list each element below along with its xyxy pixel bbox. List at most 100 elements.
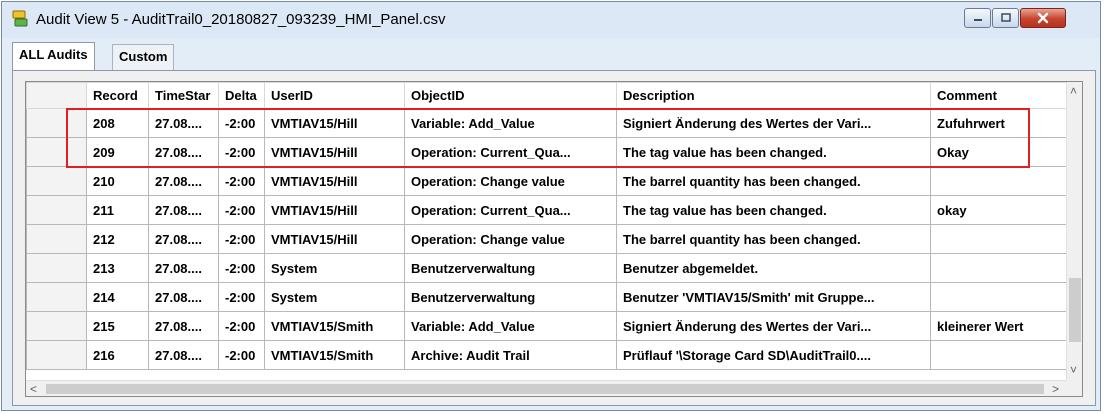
cell-timestamp[interactable]: 27.08....: [148, 253, 219, 283]
cell-timestamp[interactable]: 27.08....: [148, 224, 219, 254]
cell-record[interactable]: 214: [86, 282, 149, 312]
cell-userid[interactable]: VMTIAV15/Hill: [264, 166, 405, 196]
cell-comment[interactable]: [930, 282, 1067, 312]
scroll-right-icon[interactable]: >: [1052, 383, 1059, 395]
cell-delta[interactable]: -2:00: [218, 311, 265, 341]
audit-grid[interactable]: Record TimeStar Delta UserID ObjectID De…: [25, 81, 1083, 397]
cell-comment[interactable]: [930, 340, 1067, 370]
horizontal-scrollbar[interactable]: < >: [26, 380, 1066, 396]
column-header-delta[interactable]: Delta: [218, 82, 265, 109]
cell-userid[interactable]: VMTIAV15/Hill: [264, 195, 405, 225]
cell-comment[interactable]: [930, 253, 1067, 283]
cell-userid[interactable]: System: [264, 253, 405, 283]
row-selector[interactable]: [26, 282, 87, 312]
cell-timestamp[interactable]: 27.08....: [148, 195, 219, 225]
cell-delta[interactable]: -2:00: [218, 340, 265, 370]
row-selector[interactable]: [26, 340, 87, 370]
cell-userid[interactable]: System: [264, 282, 405, 312]
row-selector[interactable]: [26, 195, 87, 225]
column-header-description[interactable]: Description: [616, 82, 931, 109]
cell-objectid[interactable]: Archive: Audit Trail: [404, 340, 617, 370]
cell-comment[interactable]: [930, 166, 1067, 196]
table-row[interactable]: 215 27.08.... -2:00 VMTIAV15/Smith Varia…: [26, 311, 1067, 341]
table-row[interactable]: 209 27.08.... -2:00 VMTIAV15/Hill Operat…: [26, 137, 1067, 167]
cell-description[interactable]: Prüflauf '\Storage Card SD\AuditTrail0..…: [616, 340, 931, 370]
cell-timestamp[interactable]: 27.08....: [148, 311, 219, 341]
tab-all-audits[interactable]: ALL Audits: [12, 42, 95, 70]
column-header-timestamp[interactable]: TimeStar: [148, 82, 219, 109]
cell-objectid[interactable]: Variable: Add_Value: [404, 311, 617, 341]
vertical-scroll-thumb[interactable]: [1069, 278, 1081, 342]
cell-delta[interactable]: -2:00: [218, 108, 265, 138]
row-selector[interactable]: [26, 166, 87, 196]
cell-objectid[interactable]: Operation: Current_Qua...: [404, 137, 617, 167]
table-row[interactable]: 208 27.08.... -2:00 VMTIAV15/Hill Variab…: [26, 108, 1067, 138]
close-button[interactable]: [1020, 8, 1066, 28]
scroll-up-icon[interactable]: ˄: [1070, 85, 1077, 97]
cell-timestamp[interactable]: 27.08....: [148, 282, 219, 312]
row-selector[interactable]: [26, 137, 87, 167]
cell-delta[interactable]: -2:00: [218, 253, 265, 283]
cell-userid[interactable]: VMTIAV15/Smith: [264, 311, 405, 341]
cell-record[interactable]: 216: [86, 340, 149, 370]
row-selector[interactable]: [26, 253, 87, 283]
cell-comment[interactable]: okay: [930, 195, 1067, 225]
cell-record[interactable]: 213: [86, 253, 149, 283]
cell-delta[interactable]: -2:00: [218, 224, 265, 254]
column-header-userid[interactable]: UserID: [264, 82, 405, 109]
table-row[interactable]: 211 27.08.... -2:00 VMTIAV15/Hill Operat…: [26, 195, 1067, 225]
cell-userid[interactable]: VMTIAV15/Hill: [264, 224, 405, 254]
cell-description[interactable]: Signiert Änderung des Wertes der Vari...: [616, 108, 931, 138]
cell-objectid[interactable]: Operation: Change value: [404, 166, 617, 196]
cell-record[interactable]: 208: [86, 108, 149, 138]
tab-custom[interactable]: Custom: [112, 44, 175, 70]
cell-userid[interactable]: VMTIAV15/Smith: [264, 340, 405, 370]
table-row[interactable]: 210 27.08.... -2:00 VMTIAV15/Hill Operat…: [26, 166, 1067, 196]
cell-delta[interactable]: -2:00: [218, 166, 265, 196]
cell-objectid[interactable]: Variable: Add_Value: [404, 108, 617, 138]
cell-objectid[interactable]: Operation: Current_Qua...: [404, 195, 617, 225]
title-bar[interactable]: Audit View 5 - AuditTrail0_20180827_0932…: [2, 2, 1100, 38]
cell-comment[interactable]: Zufuhrwert: [930, 108, 1067, 138]
row-selector[interactable]: [26, 311, 87, 341]
cell-record[interactable]: 212: [86, 224, 149, 254]
cell-description[interactable]: The tag value has been changed.: [616, 195, 931, 225]
maximize-button[interactable]: [992, 8, 1019, 28]
cell-description[interactable]: The tag value has been changed.: [616, 137, 931, 167]
horizontal-scroll-thumb[interactable]: [46, 384, 1044, 394]
cell-comment[interactable]: kleinerer Wert: [930, 311, 1067, 341]
cell-timestamp[interactable]: 27.08....: [148, 340, 219, 370]
cell-comment[interactable]: Okay: [930, 137, 1067, 167]
cell-userid[interactable]: VMTIAV15/Hill: [264, 137, 405, 167]
cell-timestamp[interactable]: 27.08....: [148, 137, 219, 167]
cell-description[interactable]: Benutzer 'VMTIAV15/Smith' mit Gruppe...: [616, 282, 931, 312]
cell-description[interactable]: The barrel quantity has been changed.: [616, 166, 931, 196]
table-row[interactable]: 216 27.08.... -2:00 VMTIAV15/Smith Archi…: [26, 340, 1067, 370]
cell-comment[interactable]: [930, 224, 1067, 254]
cell-objectid[interactable]: Benutzerverwaltung: [404, 282, 617, 312]
cell-delta[interactable]: -2:00: [218, 195, 265, 225]
cell-record[interactable]: 209: [86, 137, 149, 167]
table-row[interactable]: 212 27.08.... -2:00 VMTIAV15/Hill Operat…: [26, 224, 1067, 254]
cell-record[interactable]: 211: [86, 195, 149, 225]
cell-delta[interactable]: -2:00: [218, 137, 265, 167]
column-header-comment[interactable]: Comment: [930, 82, 1067, 109]
table-row[interactable]: 213 27.08.... -2:00 System Benutzerverwa…: [26, 253, 1067, 283]
minimize-button[interactable]: [964, 8, 991, 28]
row-selector[interactable]: [26, 224, 87, 254]
cell-timestamp[interactable]: 27.08....: [148, 108, 219, 138]
cell-userid[interactable]: VMTIAV15/Hill: [264, 108, 405, 138]
table-row[interactable]: 214 27.08.... -2:00 System Benutzerverwa…: [26, 282, 1067, 312]
cell-objectid[interactable]: Benutzerverwaltung: [404, 253, 617, 283]
cell-delta[interactable]: -2:00: [218, 282, 265, 312]
cell-timestamp[interactable]: 27.08....: [148, 166, 219, 196]
cell-description[interactable]: Signiert Änderung des Wertes der Vari...: [616, 311, 931, 341]
column-header-objectid[interactable]: ObjectID: [404, 82, 617, 109]
column-header-record[interactable]: Record: [86, 82, 149, 109]
scroll-down-icon[interactable]: ˅: [1070, 364, 1077, 376]
cell-record[interactable]: 210: [86, 166, 149, 196]
vertical-scrollbar[interactable]: ˄ ˅: [1066, 82, 1082, 380]
cell-description[interactable]: The barrel quantity has been changed.: [616, 224, 931, 254]
cell-objectid[interactable]: Operation: Change value: [404, 224, 617, 254]
scroll-left-icon[interactable]: <: [30, 383, 37, 395]
